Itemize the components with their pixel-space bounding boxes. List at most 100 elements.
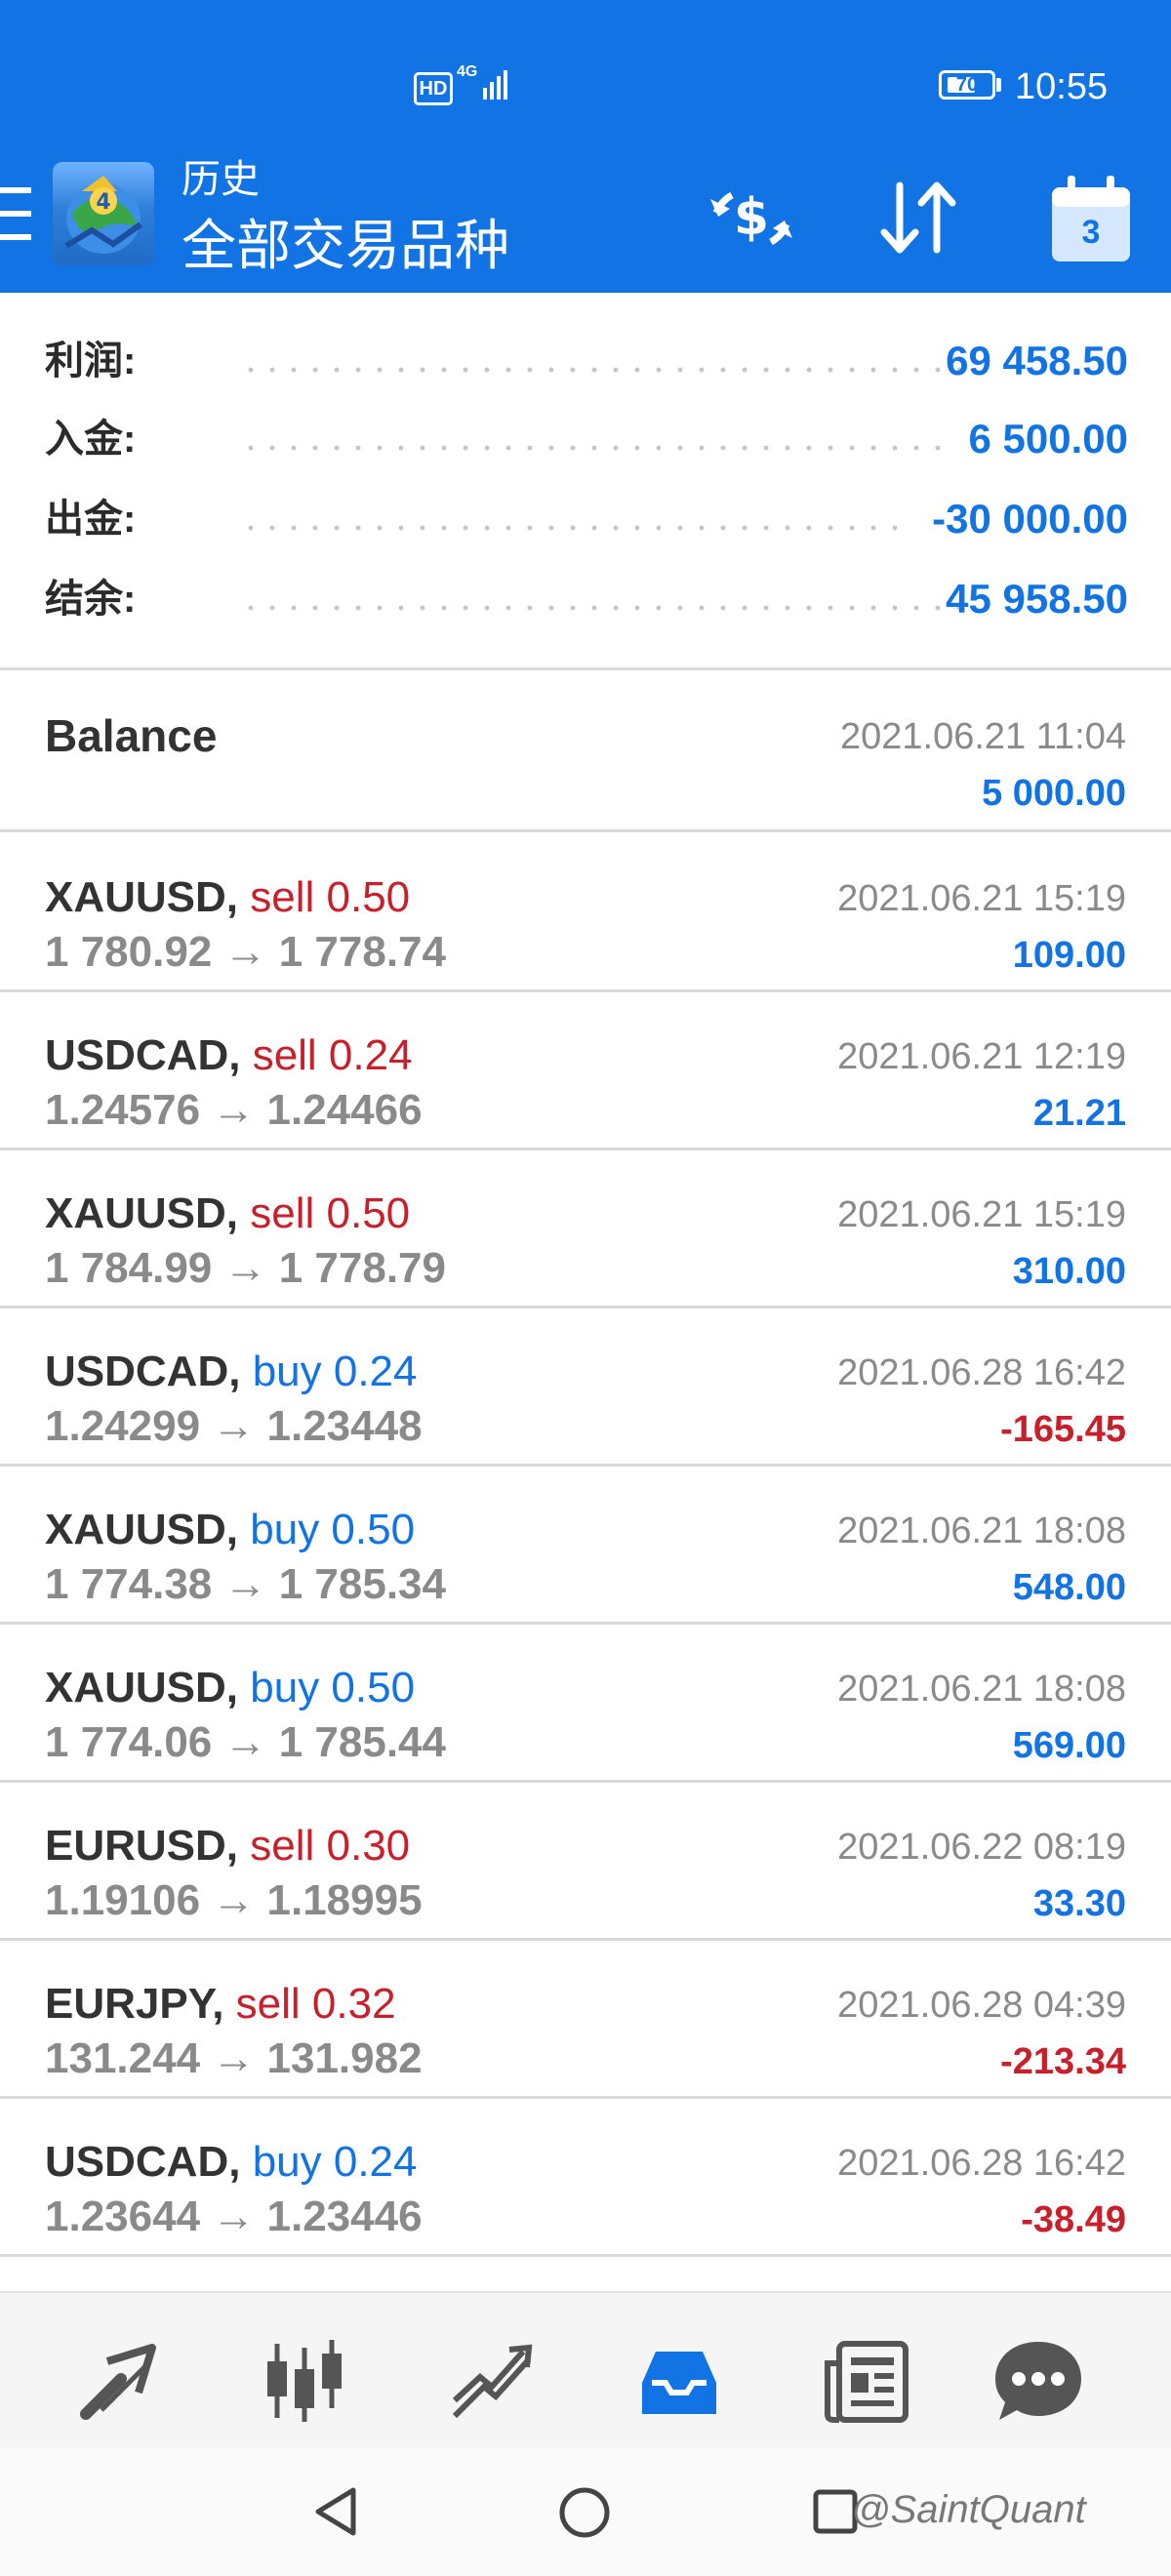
dotted-leader xyxy=(240,445,943,451)
deal-profit: 569.00 xyxy=(1012,1725,1126,1766)
deal-profit: 548.00 xyxy=(1012,1567,1126,1608)
divider xyxy=(0,667,1171,670)
page-title: 历史 xyxy=(182,158,260,201)
deal-symbol-line: XAUUSD, sell 0.50 xyxy=(45,1187,410,1241)
quotes-icon[interactable] xyxy=(72,2334,166,2428)
deal-symbol-line: XAUUSD, buy 0.50 xyxy=(45,1661,415,1715)
deal-row[interactable]: USDCAD, sell 0.24 1.24576 → 1.24466 2021.0… xyxy=(0,991,1171,1149)
balance-time: 2021.06.21 11:04 xyxy=(839,716,1126,757)
dotted-leader xyxy=(240,605,962,611)
deal-symbol: XAUUSD, xyxy=(45,1506,239,1553)
hd-indicator: HD xyxy=(414,72,453,105)
summary-value: 45 958.50 xyxy=(946,576,1128,622)
deal-time: 2021.06.21 15:19 xyxy=(837,1194,1126,1235)
deal-symbol-line: USDCAD, buy 0.24 xyxy=(45,2135,418,2190)
dotted-leader xyxy=(240,525,904,531)
summary-row: 出金: -30 000.00 xyxy=(45,490,1128,548)
sort-icon[interactable] xyxy=(870,170,968,267)
summary-row: 利润: 69 458.50 xyxy=(45,332,1128,390)
deal-prices: 1.24576 → 1.24466 xyxy=(45,1086,423,1134)
summary-label: 入金: xyxy=(45,418,137,461)
deal-row[interactable]: EURJPY, sell 0.32 131.244 → 131.982 2021.0… xyxy=(0,1940,1171,2098)
deal-symbol: EURJPY, xyxy=(45,1980,224,2028)
summary-row: 结余: 45 958.50 xyxy=(45,570,1128,628)
deal-symbol-line: USDCAD, buy 0.24 xyxy=(45,1345,418,1399)
deal-symbol: USDCAD, xyxy=(45,1031,241,1079)
deal-time: 2021.06.28 16:42 xyxy=(837,2143,1126,2184)
deal-type: sell 0.30 xyxy=(250,1822,411,1870)
history-icon[interactable] xyxy=(632,2334,726,2428)
deal-type: sell 0.50 xyxy=(250,873,411,921)
deal-time: 2021.06.21 18:08 xyxy=(837,1669,1126,1710)
deal-type: buy 0.24 xyxy=(252,1348,418,1395)
chat-icon[interactable] xyxy=(991,2334,1085,2428)
deal-symbol-line: USDCAD, sell 0.24 xyxy=(45,1028,413,1083)
back-icon[interactable] xyxy=(310,2484,361,2539)
network-type: 4G xyxy=(457,63,478,80)
calendar-day: 3 xyxy=(1081,214,1101,251)
deal-symbol: USDCAD, xyxy=(45,1348,241,1395)
battery-level: 70 xyxy=(955,74,979,96)
deal-prices: 131.244 → 131.982 xyxy=(45,2034,423,2082)
deal-row[interactable]: USDCAD, buy 0.24 1.23644 → 1.23446 2021.06… xyxy=(0,2098,1171,2256)
deal-time: 2021.06.21 15:19 xyxy=(837,878,1126,919)
deal-row[interactable]: XAUUSD, sell 0.50 1 780.92 → 1 778.74 2021… xyxy=(0,833,1171,991)
calendar-button[interactable]: 3 xyxy=(1042,170,1140,267)
list-item-partial xyxy=(0,2254,1171,2293)
deal-row[interactable]: XAUUSD, sell 0.50 1 784.99 → 1 778.79 2021… xyxy=(0,1149,1171,1308)
deal-prices: 1 780.92 → 1 778.74 xyxy=(45,928,446,976)
deal-time: 2021.06.28 04:39 xyxy=(837,1985,1126,2026)
balance-title: Balance xyxy=(45,710,218,761)
symbol-filter[interactable]: 全部交易品种 xyxy=(182,215,509,277)
deal-prices: 1 784.99 → 1 778.79 xyxy=(45,1244,446,1292)
dotted-leader xyxy=(240,367,962,373)
deal-time: 2021.06.22 08:19 xyxy=(837,1827,1126,1868)
deal-profit: 310.00 xyxy=(1012,1251,1126,1292)
deal-type: sell 0.24 xyxy=(252,1031,413,1079)
balance-row[interactable]: Balance 2021.06.21 11:04 5 000.00 xyxy=(0,671,1171,827)
deal-profit: -213.34 xyxy=(1000,2041,1126,2082)
deal-type: buy 0.50 xyxy=(250,1664,416,1711)
summary-label: 结余: xyxy=(45,578,137,621)
deal-time: 2021.06.28 16:42 xyxy=(837,1352,1126,1393)
balance-amount: 5 000.00 xyxy=(982,773,1126,814)
battery-icon: 70 xyxy=(939,70,995,100)
app-logo: 4 xyxy=(53,162,154,265)
deal-row[interactable]: XAUUSD, buy 0.50 1 774.38 → 1 785.34 2021.… xyxy=(0,1466,1171,1624)
menu-button[interactable] xyxy=(0,187,31,240)
deal-symbol: XAUUSD, xyxy=(45,873,239,921)
bottom-navigation xyxy=(0,2291,1171,2449)
deal-row[interactable]: USDCAD, buy 0.24 1.24299 → 1.23448 2021.06… xyxy=(0,1308,1171,1466)
deal-row[interactable]: XAUUSD, buy 0.50 1 774.06 → 1 785.44 2021.… xyxy=(0,1624,1171,1782)
app-header: HD 4G 70 10:55 4 历史 全部交易品种 $ 3 xyxy=(0,0,1171,293)
status-clock: 10:55 xyxy=(1015,66,1109,107)
deal-profit: 21.21 xyxy=(1032,1093,1126,1134)
deal-symbol: XAUUSD, xyxy=(45,1664,239,1711)
home-icon[interactable] xyxy=(558,2486,611,2539)
news-icon[interactable] xyxy=(820,2334,913,2428)
summary-label: 利润: xyxy=(45,340,137,382)
deal-time: 2021.06.21 18:08 xyxy=(837,1510,1126,1551)
deal-type: buy 0.50 xyxy=(250,1506,416,1553)
deal-row[interactable]: EURUSD, sell 0.30 1.19106 → 1.18995 2021.0… xyxy=(0,1782,1171,1940)
deal-type: buy 0.24 xyxy=(252,2138,418,2186)
deal-time: 2021.06.21 12:19 xyxy=(837,1036,1126,1077)
deal-prices: 1.23644 → 1.23446 xyxy=(45,2193,423,2240)
watermark: @SaintQuant xyxy=(851,2488,1086,2531)
deal-symbol: XAUUSD, xyxy=(45,1189,239,1237)
svg-text:4: 4 xyxy=(96,190,110,215)
battery-tip xyxy=(996,78,1001,92)
chart-icon[interactable] xyxy=(258,2334,351,2428)
deal-prices: 1.19106 → 1.18995 xyxy=(45,1876,423,1924)
deal-profit: 109.00 xyxy=(1012,935,1126,976)
summary-row: 入金: 6 500.00 xyxy=(45,410,1128,468)
deal-symbol: USDCAD, xyxy=(45,2138,241,2186)
deal-type: sell 0.32 xyxy=(235,1980,396,2028)
trade-icon[interactable] xyxy=(445,2334,539,2428)
deal-symbol-line: EURJPY, sell 0.32 xyxy=(45,1977,396,2032)
deal-symbol-line: EURUSD, sell 0.30 xyxy=(45,1819,410,1873)
deal-prices: 1 774.38 → 1 785.34 xyxy=(45,1560,446,1608)
deal-symbol: EURUSD, xyxy=(45,1822,239,1870)
divider xyxy=(0,829,1171,832)
deposit-filter-button[interactable]: $ xyxy=(703,170,800,267)
